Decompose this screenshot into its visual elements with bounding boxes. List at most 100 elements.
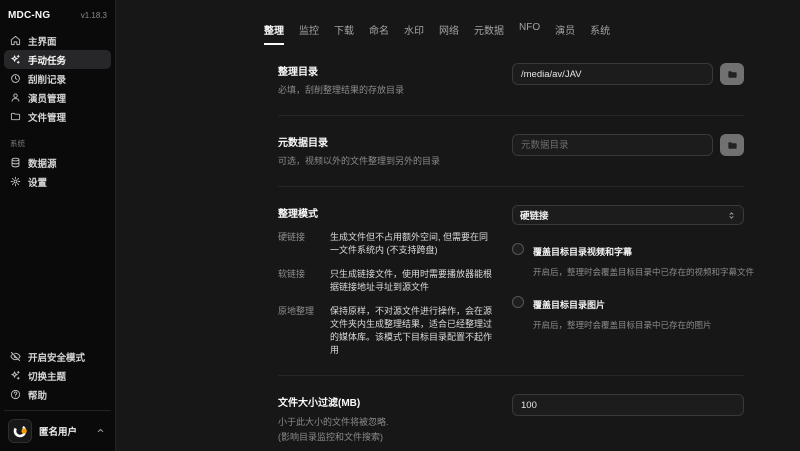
sidebar-item-sparkles[interactable]: 手动任务 [4, 50, 111, 69]
mode-desc: 生成文件但不占用额外空间, 但需要在同一文件系统内 (不支持跨盘) [330, 231, 494, 257]
brand-logo-icon [12, 423, 28, 439]
sidebar-item-label: 帮助 [28, 388, 47, 402]
avatar [8, 419, 32, 443]
sidebar-divider [4, 410, 111, 411]
mode-desc: 保持原样，不对源文件进行操作，会在源文件夹内生成整理结果，适合已经整理过的媒体库… [330, 305, 494, 357]
user-icon [10, 92, 21, 103]
sidebar-item-label: 数据源 [28, 156, 57, 170]
section-organize-dir: 整理目录 必填，刮削整理结果的存放目录 [264, 45, 744, 115]
mode-term: 原地整理 [278, 305, 320, 357]
sidebar-nav-main: 主界面手动任务刮削记录演员管理文件管理 [4, 31, 111, 126]
chevrons-up-down-icon [727, 211, 736, 220]
app-title: MDC-NG [8, 10, 50, 21]
organize-mode-explanations: 硬链接生成文件但不占用额外空间, 但需要在同一文件系统内 (不支持跨盘) 软链接只… [278, 231, 494, 357]
tab-系统[interactable]: 系统 [590, 22, 610, 45]
size-filter-input[interactable] [512, 394, 744, 416]
sidebar-item-label: 文件管理 [28, 110, 66, 124]
toggle-label: 覆盖目标目录图片 [533, 300, 605, 310]
tab-下载[interactable]: 下载 [334, 22, 354, 45]
eye-off-icon [10, 351, 21, 362]
organize-mode-selected-value: 硬链接 [520, 208, 549, 222]
sidebar-item-label: 主界面 [28, 34, 57, 48]
user-menu[interactable]: 匿名用户 [4, 417, 111, 445]
metadata-dir-input[interactable] [512, 134, 713, 156]
organize-dir-input[interactable] [512, 63, 713, 85]
toggle-switch[interactable] [512, 296, 524, 308]
sidebar-item-folder[interactable]: 文件管理 [4, 107, 111, 126]
section-metadata-dir: 元数据目录 可选，视频以外的文件整理到另外的目录 [264, 116, 744, 186]
sidebar-item-eye-off[interactable]: 开启安全模式 [4, 347, 111, 366]
user-name: 匿名用户 [39, 424, 89, 438]
sidebar-item-history[interactable]: 刮削记录 [4, 69, 111, 88]
metadata-dir-desc: 可选，视频以外的文件整理到另外的目录 [278, 155, 494, 168]
sidebar-item-label: 切换主题 [28, 369, 66, 383]
app-window: MDC-NG v1.18.3 主界面手动任务刮削记录演员管理文件管理 系统 数据… [0, 0, 800, 451]
folder-icon [727, 69, 738, 80]
mode-explanation-row: 原地整理保持原样，不对源文件进行操作，会在源文件夹内生成整理结果，适合已经整理过… [278, 305, 494, 357]
tab-元数据[interactable]: 元数据 [474, 22, 504, 45]
tab-命名[interactable]: 命名 [369, 22, 389, 45]
sparkles-icon [10, 54, 21, 65]
sidebar-item-sparkles[interactable]: 切换主题 [4, 366, 111, 385]
sidebar-item-user[interactable]: 演员管理 [4, 88, 111, 107]
sidebar-item-home[interactable]: 主界面 [4, 31, 111, 50]
mode-term: 硬链接 [278, 231, 320, 257]
organize-mode-select[interactable]: 硬链接 [512, 205, 744, 225]
size-filter-label: 文件大小过滤(MB) [278, 394, 494, 409]
gear-icon [10, 176, 21, 187]
section-size-filter: 文件大小过滤(MB) 小于此大小的文件将被忽略. (影响目录监控和文件搜索) [264, 376, 744, 451]
sidebar-section-system-label: 系统 [4, 126, 111, 153]
sidebar-item-gear[interactable]: 设置 [4, 172, 111, 191]
mode-explanation-row: 软链接只生成链接文件，使用时需要播放器能根据链接地址寻址到源文件 [278, 268, 494, 294]
sparkles-icon [10, 370, 21, 381]
mode-term: 软链接 [278, 268, 320, 294]
sidebar-nav-system: 数据源设置 [4, 153, 111, 191]
settings-form: 整理目录 必填，刮削整理结果的存放目录 [264, 45, 744, 451]
mode-desc: 只生成链接文件，使用时需要播放器能根据链接地址寻址到源文件 [330, 268, 494, 294]
sidebar-item-label: 开启安全模式 [28, 350, 85, 364]
chevron-up-icon [96, 422, 105, 440]
toggle-desc: 开启后，整理时会覆盖目标目录中已存在的图片 [533, 319, 712, 331]
sidebar-item-help-circle[interactable]: 帮助 [4, 385, 111, 404]
mode-explanation-row: 硬链接生成文件但不占用额外空间, 但需要在同一文件系统内 (不支持跨盘) [278, 231, 494, 257]
sidebar-item-label: 设置 [28, 175, 47, 189]
tab-NFO[interactable]: NFO [519, 22, 540, 45]
database-icon [10, 157, 21, 168]
main-panel: 整理监控下载命名水印网络元数据 NFO 演员系统 整理目录 必填，刮削整理结果的存放… [116, 0, 800, 451]
sidebar-header: MDC-NG v1.18.3 [4, 8, 111, 31]
sidebar-nav-footer: 开启安全模式切换主题帮助 [4, 347, 111, 404]
metadata-dir-label: 元数据目录 [278, 134, 494, 149]
sidebar: MDC-NG v1.18.3 主界面手动任务刮削记录演员管理文件管理 系统 数据… [0, 0, 116, 451]
sidebar-item-database[interactable]: 数据源 [4, 153, 111, 172]
sidebar-item-label: 刮削记录 [28, 72, 66, 86]
app-version: v1.18.3 [81, 11, 107, 20]
organize-dir-browse-button[interactable] [720, 63, 744, 85]
home-icon [10, 35, 21, 46]
organize-mode-toggles: 覆盖目标目录视频和字幕开启后，整理时会覆盖目标目录中已存在的视频和字幕文件覆盖目… [512, 242, 744, 331]
sidebar-item-label: 手动任务 [28, 53, 66, 67]
folder-icon [727, 140, 738, 151]
sidebar-item-label: 演员管理 [28, 91, 66, 105]
help-circle-icon [10, 389, 21, 400]
tab-水印[interactable]: 水印 [404, 22, 424, 45]
tab-演员[interactable]: 演员 [555, 22, 575, 45]
size-filter-desc-line2: (影响目录监控和文件搜索) [278, 431, 494, 444]
organize-mode-label: 整理模式 [278, 205, 494, 220]
toggle-switch[interactable] [512, 243, 524, 255]
history-icon [10, 73, 21, 84]
folder-icon [10, 111, 21, 122]
size-filter-desc-line1: 小于此大小的文件将被忽略. [278, 416, 494, 429]
settings-tabs: 整理监控下载命名水印网络元数据 NFO 演员系统 [264, 0, 744, 45]
tab-网络[interactable]: 网络 [439, 22, 459, 45]
organize-dir-label: 整理目录 [278, 63, 494, 78]
organize-dir-desc: 必填，刮削整理结果的存放目录 [278, 84, 494, 97]
toggle-row: 覆盖目标目录图片开启后，整理时会覆盖目标目录中已存在的图片 [512, 295, 744, 331]
tab-监控[interactable]: 监控 [299, 22, 319, 45]
toggle-label: 覆盖目标目录视频和字幕 [533, 247, 632, 257]
section-organize-mode: 整理模式 硬链接生成文件但不占用额外空间, 但需要在同一文件系统内 (不支持跨盘… [264, 187, 744, 375]
toggle-row: 覆盖目标目录视频和字幕开启后，整理时会覆盖目标目录中已存在的视频和字幕文件 [512, 242, 744, 278]
toggle-desc: 开启后，整理时会覆盖目标目录中已存在的视频和字幕文件 [533, 266, 754, 278]
metadata-dir-browse-button[interactable] [720, 134, 744, 156]
tab-整理[interactable]: 整理 [264, 22, 284, 45]
sidebar-spacer [4, 191, 111, 347]
